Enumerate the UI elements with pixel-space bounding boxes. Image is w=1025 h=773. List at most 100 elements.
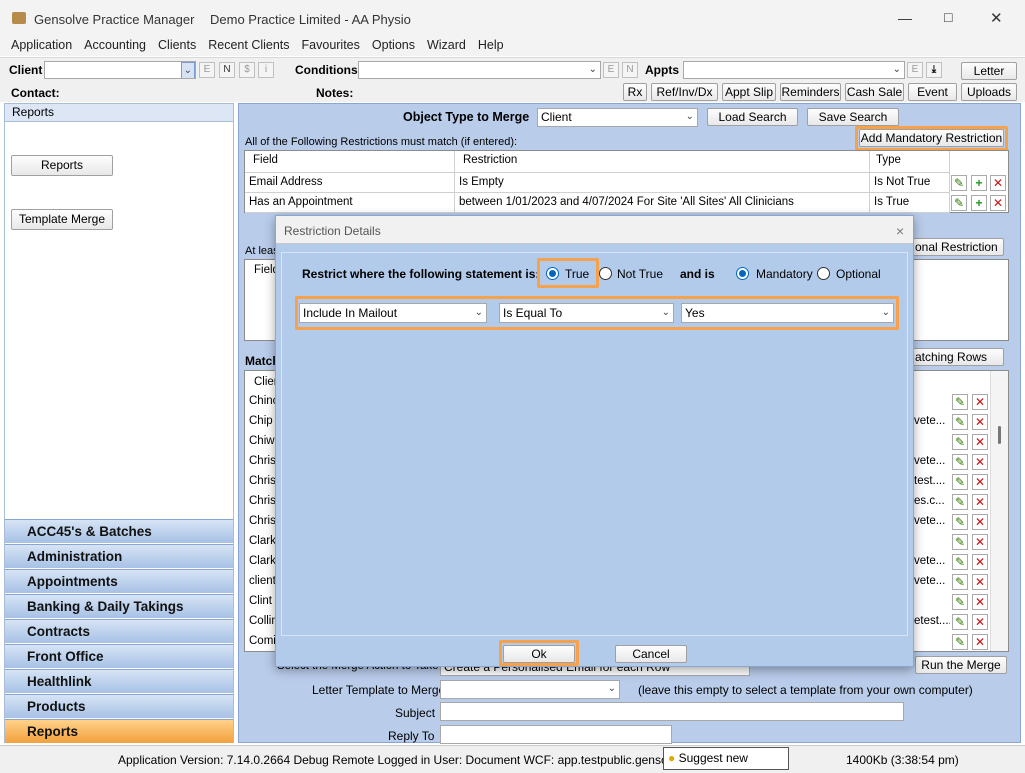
menu-clients[interactable]: Clients bbox=[152, 36, 202, 54]
edit-icon[interactable]: ✎ bbox=[952, 394, 968, 410]
optional-radio[interactable] bbox=[817, 267, 830, 280]
delete-icon[interactable]: ✕ bbox=[972, 634, 988, 650]
ok-button[interactable]: Ok bbox=[503, 645, 575, 663]
conditions-n-button[interactable]: N bbox=[622, 62, 638, 78]
event-button[interactable]: Event bbox=[908, 83, 957, 101]
client-combo[interactable]: ⌄ bbox=[44, 61, 196, 79]
conditions-e-button[interactable]: E bbox=[603, 62, 619, 78]
category-banking-daily-takings[interactable]: Banking & Daily Takings bbox=[5, 594, 233, 618]
category-healthlink[interactable]: Healthlink bbox=[5, 669, 233, 693]
reminders-button[interactable]: Reminders bbox=[780, 83, 841, 101]
row2-type[interactable]: Is True bbox=[870, 193, 950, 213]
uploads-button[interactable]: Uploads bbox=[961, 83, 1017, 101]
menu-accounting[interactable]: Accounting bbox=[78, 36, 152, 54]
template-merge-button[interactable]: Template Merge bbox=[11, 209, 113, 230]
menu-favourites[interactable]: Favourites bbox=[296, 36, 366, 54]
row1-restriction[interactable]: Is Empty bbox=[455, 173, 870, 193]
row2-restriction[interactable]: between 1/01/2023 and 4/07/2024 For Site… bbox=[455, 193, 870, 213]
row1-type[interactable]: Is Not True bbox=[870, 173, 950, 193]
delete-icon[interactable]: ✕ bbox=[990, 195, 1006, 211]
mandatory-radio[interactable] bbox=[736, 267, 749, 280]
value-combo[interactable]: Yes ⌄ bbox=[681, 303, 894, 323]
suggest-feature-button[interactable]: ● Suggest new feature bbox=[663, 747, 789, 773]
client-e-button[interactable]: E bbox=[199, 62, 215, 78]
delete-icon[interactable]: ✕ bbox=[972, 534, 988, 550]
run-merge-button[interactable]: Run the Merge bbox=[915, 656, 1007, 674]
category-acc45-batches[interactable]: ACC45's & Batches bbox=[5, 519, 233, 543]
reports-button[interactable]: Reports bbox=[11, 155, 113, 176]
appt-slip-button[interactable]: Appt Slip bbox=[722, 83, 776, 101]
category-front-office[interactable]: Front Office bbox=[5, 644, 233, 668]
object-type-combo[interactable]: Client ⌄ bbox=[537, 108, 698, 127]
row1-field[interactable]: Email Address bbox=[245, 173, 455, 193]
edit-icon[interactable]: ✎ bbox=[952, 434, 968, 450]
add-optional-restriction-button[interactable]: onal Restriction bbox=[912, 238, 1004, 256]
result-row-client[interactable]: Chiwi bbox=[249, 435, 275, 447]
edit-icon[interactable]: ✎ bbox=[952, 554, 968, 570]
cancel-button[interactable]: Cancel bbox=[615, 645, 687, 663]
result-row-client[interactable]: Chip ( bbox=[249, 415, 275, 427]
appts-combo[interactable]: ⌄ bbox=[683, 61, 905, 79]
result-row-client[interactable]: Clarke bbox=[249, 555, 275, 567]
not-true-radio[interactable] bbox=[599, 267, 612, 280]
letter-button[interactable]: Letter bbox=[961, 62, 1017, 80]
category-appointments[interactable]: Appointments bbox=[5, 569, 233, 593]
optional-label[interactable]: Optional bbox=[836, 267, 881, 281]
result-row-client[interactable]: Clint E bbox=[249, 595, 275, 607]
delete-icon[interactable]: ✕ bbox=[972, 594, 988, 610]
result-row-email[interactable]: etest.... bbox=[914, 615, 950, 627]
delete-icon[interactable]: ✕ bbox=[990, 175, 1006, 191]
delete-icon[interactable]: ✕ bbox=[972, 554, 988, 570]
rx-button[interactable]: Rx bbox=[623, 83, 647, 101]
menu-help[interactable]: Help bbox=[472, 36, 510, 54]
result-row-email[interactable]: vete... bbox=[914, 515, 950, 527]
edit-icon[interactable]: ✎ bbox=[952, 594, 968, 610]
download-icon[interactable]: ⤓ bbox=[926, 62, 942, 78]
minimize-icon[interactable]: — bbox=[898, 10, 912, 26]
result-row-email[interactable]: vete... bbox=[914, 575, 950, 587]
result-row-email[interactable]: vete... bbox=[914, 415, 950, 427]
client-info-button[interactable]: i bbox=[258, 62, 274, 78]
edit-icon[interactable]: ✎ bbox=[952, 514, 968, 530]
scrollbar[interactable] bbox=[990, 371, 1008, 651]
delete-icon[interactable]: ✕ bbox=[972, 474, 988, 490]
result-row-email[interactable]: vete... bbox=[914, 555, 950, 567]
delete-icon[interactable]: ✕ bbox=[972, 574, 988, 590]
result-row-client[interactable]: client bbox=[249, 575, 275, 587]
delete-icon[interactable]: ✕ bbox=[972, 394, 988, 410]
reply-to-input[interactable] bbox=[440, 725, 672, 744]
delete-icon[interactable]: ✕ bbox=[972, 434, 988, 450]
delete-icon[interactable]: ✕ bbox=[972, 514, 988, 530]
result-row-client[interactable]: Collins bbox=[249, 615, 275, 627]
result-row-email[interactable]: vete... bbox=[914, 455, 950, 467]
maximize-icon[interactable]: □ bbox=[944, 9, 952, 25]
edit-icon[interactable]: ✎ bbox=[952, 494, 968, 510]
result-row-client[interactable]: Chris bbox=[249, 455, 275, 467]
category-reports[interactable]: Reports bbox=[5, 719, 233, 743]
menu-wizard[interactable]: Wizard bbox=[421, 36, 472, 54]
load-search-button[interactable]: Load Search bbox=[707, 108, 798, 126]
result-row-email[interactable]: es.c... bbox=[914, 495, 950, 507]
scrollbar-thumb[interactable] bbox=[998, 426, 1001, 444]
result-row-client[interactable]: Comit bbox=[249, 635, 275, 647]
dialog-close-icon[interactable]: × bbox=[896, 223, 904, 239]
menu-recent-clients[interactable]: Recent Clients bbox=[202, 36, 295, 54]
menu-application[interactable]: Application bbox=[5, 36, 78, 54]
category-contracts[interactable]: Contracts bbox=[5, 619, 233, 643]
delete-icon[interactable]: ✕ bbox=[972, 414, 988, 430]
menu-options[interactable]: Options bbox=[366, 36, 421, 54]
edit-icon[interactable]: ✎ bbox=[952, 474, 968, 490]
edit-icon[interactable]: ✎ bbox=[951, 195, 967, 211]
result-row-email[interactable]: test.... bbox=[914, 475, 950, 487]
appts-e-button[interactable]: E bbox=[907, 62, 923, 78]
add-icon[interactable]: + bbox=[971, 195, 987, 211]
edit-icon[interactable]: ✎ bbox=[952, 614, 968, 630]
show-matching-rows-button[interactable]: atching Rows bbox=[912, 348, 1004, 366]
result-row-client[interactable]: Clark bbox=[249, 535, 275, 547]
edit-icon[interactable]: ✎ bbox=[952, 574, 968, 590]
category-products[interactable]: Products bbox=[5, 694, 233, 718]
delete-icon[interactable]: ✕ bbox=[972, 454, 988, 470]
delete-icon[interactable]: ✕ bbox=[972, 614, 988, 630]
field-combo[interactable]: Include In Mailout ⌄ bbox=[299, 303, 487, 323]
result-row-client[interactable]: Chinc bbox=[249, 395, 275, 407]
